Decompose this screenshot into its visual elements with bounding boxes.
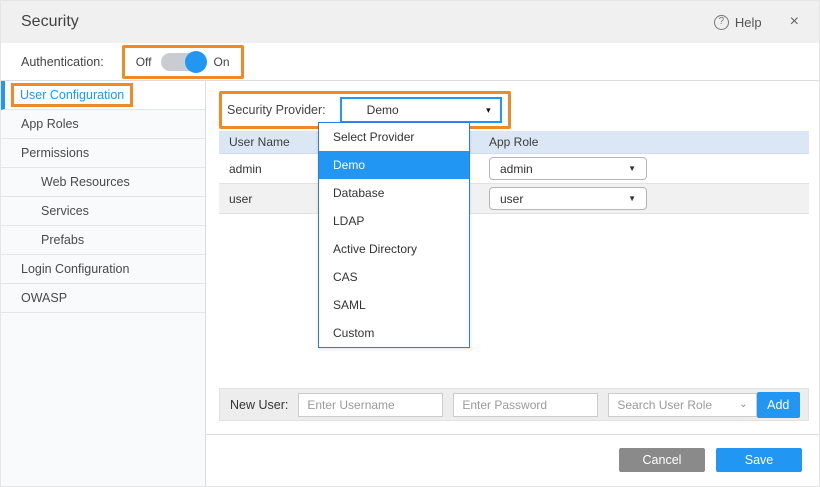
sidebar-item-services[interactable]: Services (1, 197, 205, 226)
sidebar-item-user-configuration[interactable]: User Configuration (1, 81, 205, 110)
caret-down-icon[interactable]: ▼ (628, 194, 636, 203)
add-user-button[interactable]: Add (757, 392, 800, 418)
footer: Cancel Save (219, 448, 819, 472)
user-role-placeholder[interactable]: Search User Role (609, 398, 712, 412)
provider-option-select-provider[interactable]: Select Provider (319, 123, 469, 151)
app-role-select-admin[interactable]: admin ▼ (489, 157, 647, 180)
new-user-label: New User: (230, 398, 288, 412)
sidebar-item-app-roles[interactable]: App Roles (1, 110, 205, 139)
sidebar-item-web-resources[interactable]: Web Resources (1, 168, 205, 197)
username-input[interactable] (298, 393, 443, 417)
security-dialog: Security ? Help × Authentication: Off On… (0, 0, 820, 487)
toggle-knob[interactable] (185, 51, 207, 73)
sidebar: User Configuration App Roles Permissions… (1, 81, 206, 487)
main-content: Security Provider: Demo ▾ Select Provide… (206, 81, 819, 487)
authentication-row: Authentication: Off On (1, 43, 819, 81)
authentication-highlight-box: Off On (122, 45, 244, 79)
provider-option-active-directory[interactable]: Active Directory (319, 235, 469, 263)
sidebar-item-permissions[interactable]: Permissions (1, 139, 205, 168)
provider-option-cas[interactable]: CAS (319, 263, 469, 291)
cancel-button[interactable]: Cancel (619, 448, 705, 472)
authentication-toggle[interactable] (161, 53, 205, 71)
users-table: User Name App Role admin admin ▼ user (219, 131, 809, 214)
security-provider-value[interactable]: Demo (367, 103, 399, 117)
page-title: Security (21, 13, 79, 31)
dialog-body: User Configuration App Roles Permissions… (1, 81, 819, 487)
titlebar: Security ? Help × (1, 1, 819, 43)
security-provider-select[interactable]: Demo ▾ (340, 97, 502, 123)
table-row-user: user user ▼ (219, 184, 809, 214)
toggle-off-label[interactable]: Off (136, 55, 152, 69)
sidebar-item-label[interactable]: Web Resources (41, 175, 130, 189)
sidebar-item-prefabs[interactable]: Prefabs (1, 226, 205, 255)
password-input[interactable] (453, 393, 598, 417)
security-provider-label: Security Provider: (227, 103, 326, 117)
provider-option-custom[interactable]: Custom (319, 319, 469, 347)
provider-option-database[interactable]: Database (319, 179, 469, 207)
close-icon[interactable]: × (790, 14, 799, 30)
sidebar-item-label[interactable]: Permissions (21, 146, 89, 160)
app-role-select-user[interactable]: user ▼ (489, 187, 647, 210)
sidebar-item-label[interactable]: App Roles (21, 117, 79, 131)
provider-option-ldap[interactable]: LDAP (319, 207, 469, 235)
sidebar-item-label[interactable]: Login Configuration (21, 262, 129, 276)
help-label[interactable]: Help (735, 15, 762, 30)
sidebar-item-owasp[interactable]: OWASP (1, 284, 205, 313)
provider-option-saml[interactable]: SAML (319, 291, 469, 319)
provider-option-demo[interactable]: Demo (319, 151, 469, 179)
footer-divider (206, 434, 819, 435)
provider-dropdown-menu: Select Provider Demo Database LDAP Activ… (318, 122, 470, 348)
sidebar-item-label[interactable]: OWASP (21, 291, 67, 305)
sidebar-item-label[interactable]: User Configuration (11, 83, 133, 107)
authentication-label: Authentication: (21, 55, 104, 69)
app-role-cell: user ▼ (479, 187, 809, 210)
app-role-cell: admin ▼ (479, 157, 809, 180)
app-role-value[interactable]: user (490, 192, 523, 206)
sidebar-item-label[interactable]: Services (41, 204, 89, 218)
caret-down-icon[interactable]: ▾ (486, 105, 491, 116)
new-user-bar: New User: Search User Role ⌄ Add (219, 388, 809, 421)
save-button[interactable]: Save (716, 448, 802, 472)
table-row-admin: admin admin ▼ (219, 154, 809, 184)
help-icon[interactable]: ? (714, 15, 729, 30)
sidebar-item-login-configuration[interactable]: Login Configuration (1, 255, 205, 284)
toggle-on-label[interactable]: On (214, 55, 230, 69)
help-button[interactable]: ? Help (714, 15, 762, 30)
user-role-select[interactable]: Search User Role ⌄ (608, 393, 756, 417)
app-role-value[interactable]: admin (490, 162, 533, 176)
caret-down-icon[interactable]: ▼ (628, 164, 636, 173)
chevron-down-icon[interactable]: ⌄ (739, 399, 747, 410)
users-table-header: User Name App Role (219, 131, 809, 154)
sidebar-item-label[interactable]: Prefabs (41, 233, 84, 247)
column-header-app-role: App Role (479, 135, 809, 149)
